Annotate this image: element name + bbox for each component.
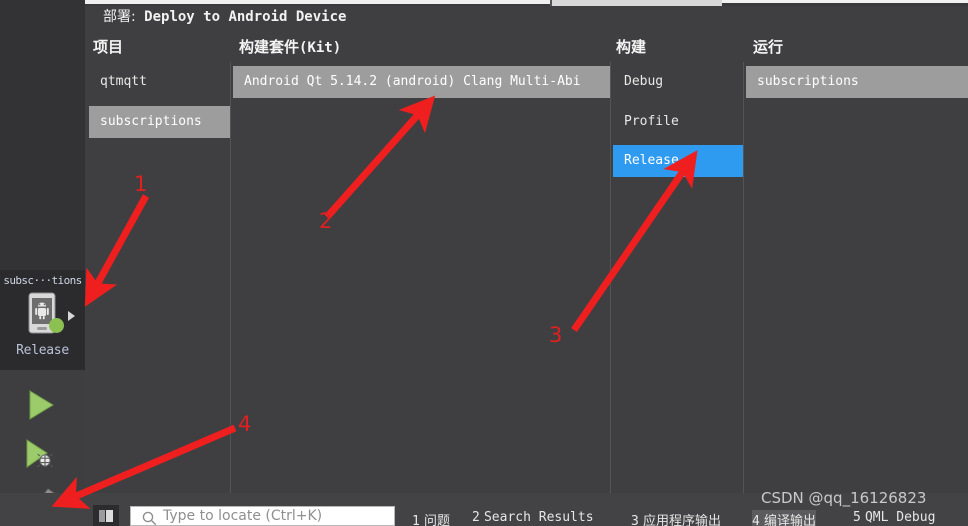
output-pane-tab-search-results-label: Search Results: [483, 510, 594, 525]
column-header-project: 项目: [93, 38, 124, 56]
list-item-build-debug[interactable]: Debug: [613, 66, 743, 98]
debug-bug-icon[interactable]: [22, 437, 62, 473]
search-icon: [142, 511, 157, 526]
column-header-run: 运行: [753, 38, 784, 56]
list-item-build-profile[interactable]: Profile: [613, 106, 743, 138]
annotation-number-3: 3: [549, 323, 563, 347]
output-pane-tab-qml-debug-label: QML Debug: [864, 510, 936, 525]
output-pane-tab-compile-output-label: 编译输出: [763, 514, 816, 526]
output-pane-tab-app-output-label: 应用程序输出: [642, 514, 721, 526]
target-selector-project-name: subsc···tions: [3, 274, 82, 287]
watermark: CSDN @qq_16126823: [761, 489, 927, 507]
popup-title-prefix: 部署:: [103, 9, 136, 25]
output-pane-toggle-glyph-left: [99, 510, 105, 522]
top-edge-strip-far: [722, 0, 968, 3]
popup-title-text: Deploy to Android Device: [144, 9, 347, 25]
search-input-placeholder: Type to locate (Ctrl+K): [163, 508, 323, 524]
output-pane-tab-app-output-num: 3: [631, 514, 639, 526]
run-play-icon[interactable]: [24, 388, 58, 422]
sidebar-upper-fill: [0, 0, 85, 270]
output-pane-tab-qml-debug[interactable]: 5 QML Debug: [853, 510, 935, 525]
popup-title: 部署: Deploy to Android Device: [103, 6, 346, 26]
list-item-kit-android-qt[interactable]: Android Qt 5.14.2 (android) Clang Multi-…: [233, 66, 610, 98]
top-edge-strip-left: [85, 0, 550, 4]
output-pane-tab-problems-num: 1: [412, 514, 420, 526]
list-item-project-qtmqtt[interactable]: qtmqtt: [89, 66, 230, 98]
list-item-build-release[interactable]: Release: [613, 145, 743, 177]
output-pane-tab-app-output[interactable]: 3 应用程序输出: [631, 510, 721, 526]
list-item-run-subscriptions[interactable]: subscriptions: [746, 66, 968, 98]
output-pane-tab-compile-output-num: 4: [752, 514, 760, 526]
output-pane-tab-compile-output[interactable]: 4 编译输出: [752, 510, 816, 526]
qt-creator-target-selector-screen: subsc···tions Release 部署: Deploy to Andr…: [0, 0, 968, 526]
column-divider-1: [230, 62, 231, 493]
annotation-number-2: 2: [319, 209, 333, 233]
list-item-project-subscriptions[interactable]: subscriptions: [89, 106, 230, 138]
target-selector-config-name: Release: [16, 343, 69, 358]
output-pane-tab-problems[interactable]: 1 问题: [412, 510, 450, 526]
column-header-build: 构建: [616, 38, 647, 56]
annotation-number-4: 4: [238, 412, 252, 436]
output-pane-toggle-glyph-right: [106, 510, 113, 522]
output-pane-tab-search-results-num: 2: [472, 510, 480, 525]
column-divider-3: [743, 62, 744, 493]
column-divider-2: [610, 62, 611, 493]
green-status-dot: [49, 318, 64, 333]
caret-right-icon[interactable]: [68, 311, 75, 321]
column-header-kit: 构建套件(Kit): [239, 38, 342, 56]
output-pane-tab-problems-label: 问题: [423, 514, 450, 526]
annotation-number-1: 1: [134, 172, 148, 196]
output-pane-tab-qml-debug-num: 5: [853, 510, 861, 525]
output-pane-tab-search-results[interactable]: 2 Search Results: [472, 510, 594, 525]
